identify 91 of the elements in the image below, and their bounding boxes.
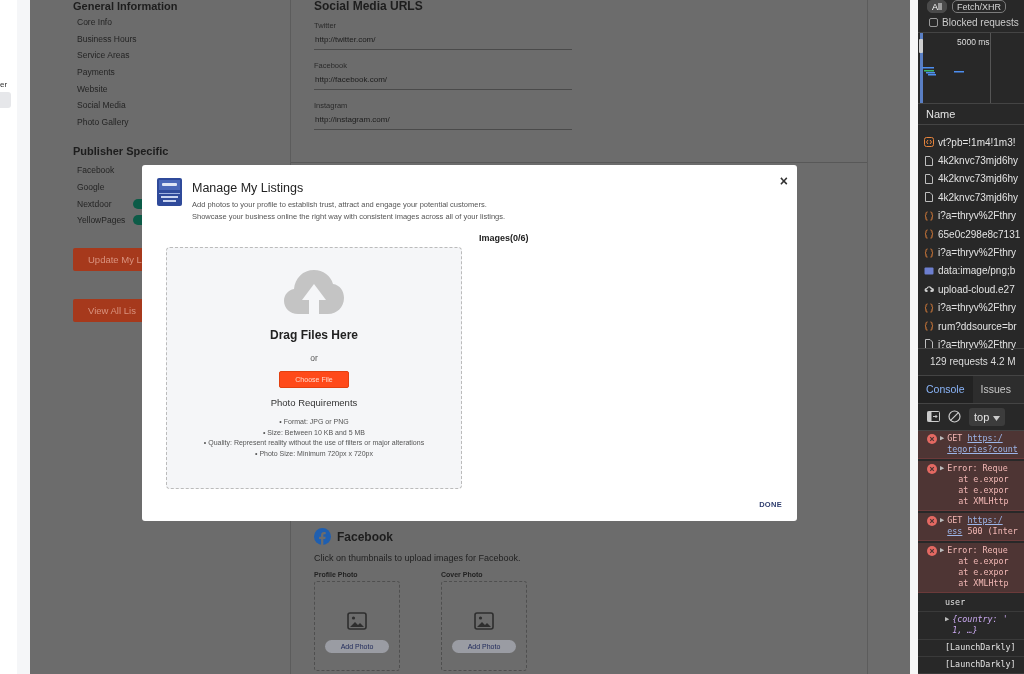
console-text: 500 (Inter [966, 526, 1018, 537]
stack-trace-line: at e.expor [957, 567, 1009, 578]
code-icon [924, 137, 934, 148]
error-icon [927, 546, 937, 556]
document-icon [924, 173, 934, 184]
braces-icon [924, 229, 934, 240]
stack-trace-line: at XMLHttp [957, 496, 1009, 507]
sidebar-link[interactable]: Facebook [77, 165, 133, 176]
sidebar-link[interactable]: Service Areas [77, 50, 133, 61]
sidebar-toggle-icon [927, 410, 940, 424]
document-icon [924, 192, 934, 203]
console-text: user [945, 597, 966, 608]
stack-trace-line: at e.expor [957, 485, 1009, 496]
sidebar-link[interactable]: Photo Gallery [77, 116, 133, 127]
image-icon [924, 265, 934, 276]
image-icon [474, 612, 494, 630]
section-heading: Facebook [337, 529, 393, 544]
filter-chip[interactable]: All [927, 0, 947, 13]
section-heading: Social Media URLS [314, 0, 424, 13]
request-name[interactable]: rum?ddsource=br [938, 320, 1017, 332]
caret-icon [993, 416, 1001, 421]
column-header: Name [918, 103, 1024, 125]
filter-chip[interactable]: Fetch/XHR [952, 0, 1007, 13]
console-text: Error: Reque [947, 463, 1008, 474]
upload-cloud-icon [284, 270, 344, 314]
sidebar-link[interactable]: Payments [77, 67, 133, 78]
braces-icon [924, 321, 934, 332]
link[interactable]: https:/ [967, 433, 1003, 444]
error-icon [927, 434, 937, 444]
tab[interactable]: Console [918, 375, 973, 403]
error-icon [927, 464, 937, 474]
drop-zone[interactable] [166, 247, 462, 489]
sidebar-link[interactable]: Website [77, 83, 133, 94]
braces-icon [924, 247, 934, 258]
link[interactable]: https:/ [967, 515, 1003, 526]
stack-trace-line: at XMLHttp [957, 578, 1009, 589]
tab[interactable]: Issues [972, 375, 1019, 403]
console-text: 1, …} [952, 625, 978, 636]
stack-trace-line: at e.expor [957, 556, 1009, 567]
input-field[interactable]: http://instagram.com/ [314, 110, 572, 130]
cloud-icon [924, 284, 934, 295]
request-name[interactable]: upload-cloud.e27 [938, 283, 1015, 295]
stack-trace-line: at e.expor [957, 474, 1009, 485]
clear-icon [948, 410, 961, 424]
section-heading: General Information [73, 0, 179, 12]
request-name[interactable]: 65e0c298e8c7131 [938, 228, 1021, 240]
sidebar-link[interactable]: YellowPages [77, 215, 133, 226]
section-heading: Publisher Specific [73, 144, 170, 159]
separator-text: or [310, 353, 318, 363]
console-text: Error: Reque [947, 545, 1008, 556]
sidebar-link[interactable]: Google [77, 182, 133, 193]
time-label: 5000 ms [957, 36, 990, 47]
request-name[interactable]: i?a=thryv%2Fthry [938, 210, 1017, 222]
document-icon [924, 155, 934, 166]
link[interactable]: ess [947, 526, 963, 537]
console-text: GET [947, 433, 964, 444]
braces-icon [924, 302, 934, 313]
console-text: [LaunchDarkly] [945, 659, 1016, 670]
image-icon [347, 612, 367, 630]
sidebar-link[interactable]: Core Info [77, 17, 133, 28]
link[interactable]: tegories?count [947, 444, 1018, 455]
close-button[interactable]: × [779, 174, 788, 188]
context-dropdown[interactable]: top [969, 408, 1006, 426]
document-icon [924, 339, 934, 350]
console-text: GET [947, 515, 964, 526]
logo-icon [157, 178, 182, 206]
braces-icon [924, 210, 934, 221]
request-name[interactable]: data:image/png;b [938, 265, 1016, 277]
facebook-icon [314, 528, 331, 545]
input-field[interactable]: http://twitter.com/ [314, 30, 572, 50]
request-name[interactable]: i?a=thryv%2Fthry [938, 302, 1017, 314]
sidebar-link[interactable]: Social Media [77, 100, 133, 111]
sidebar-label: er [0, 80, 9, 91]
request-name[interactable]: 4k2knvc73mjd6hy [938, 155, 1019, 167]
drop-zone-heading: Drag Files Here [269, 328, 358, 342]
hint-text: Click on thumbnails to upload images for Facebook. [314, 553, 522, 563]
checkbox[interactable] [929, 17, 938, 27]
sidebar-link[interactable]: Business Hours [77, 33, 137, 44]
requirements-heading: Photo Requirements [270, 397, 358, 408]
request-name[interactable]: 4k2knvc73mjd6hy [938, 191, 1019, 203]
error-icon [927, 516, 937, 526]
request-name[interactable]: i?a=thryv%2Fthry [938, 247, 1017, 258]
sidebar-link[interactable]: Nextdoor [77, 198, 133, 209]
input-field[interactable]: http://facebook.com/ [314, 70, 572, 90]
dialog-title: Manage My Listings [192, 181, 305, 196]
checkbox-label: Blocked requests [942, 16, 1019, 28]
console-text: {country: ' [952, 614, 1008, 625]
request-name[interactable]: vt?pb=!1m4!1m3! [938, 136, 1016, 148]
console-text: [LaunchDarkly] [945, 642, 1016, 653]
request-name[interactable]: 4k2knvc73mjd6hy [938, 173, 1019, 185]
images-heading: Images(0/6) [479, 232, 529, 245]
